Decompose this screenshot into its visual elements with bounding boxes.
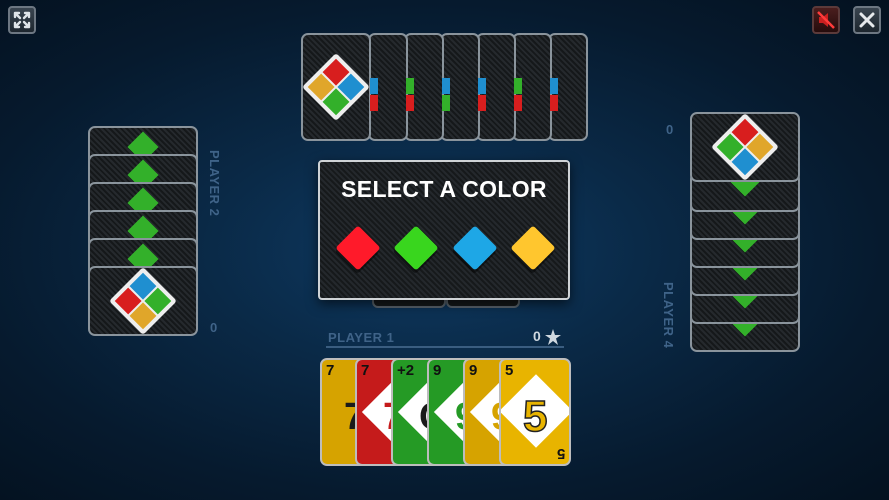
color-select-dialog: SELECT A COLOR — [318, 160, 570, 300]
color-option-red[interactable] — [335, 225, 381, 271]
color-option-yellow[interactable] — [510, 225, 556, 271]
player2-label: PLAYER 2 — [207, 150, 222, 217]
hand-card[interactable]: 5 5 5 — [499, 358, 571, 466]
player4-label: PLAYER 4 — [661, 282, 676, 349]
player1-score: 0 — [533, 328, 541, 344]
fullscreen-button[interactable] — [8, 6, 36, 34]
four-color-diamond-icon — [303, 54, 369, 120]
muted-speaker-icon — [817, 11, 835, 29]
four-color-diamond-icon — [110, 268, 176, 334]
fan-color-slivers — [370, 78, 558, 111]
card-back — [88, 266, 198, 336]
player2-score: 0 — [210, 320, 218, 335]
card-back — [301, 33, 371, 141]
player1-divider — [326, 346, 564, 348]
color-option-green[interactable] — [393, 225, 439, 271]
color-option-blue[interactable] — [452, 225, 498, 271]
player4-score: 0 — [666, 122, 674, 137]
expand-arrows-icon — [13, 11, 31, 29]
dialog-title: SELECT A COLOR — [341, 176, 547, 202]
card-back — [690, 112, 800, 182]
star-icon — [545, 329, 561, 345]
player1-label: PLAYER 1 — [328, 330, 395, 345]
close-button[interactable] — [853, 6, 881, 34]
close-x-icon — [859, 12, 875, 28]
four-color-diamond-icon — [712, 114, 778, 180]
sound-toggle-button[interactable] — [812, 6, 840, 34]
